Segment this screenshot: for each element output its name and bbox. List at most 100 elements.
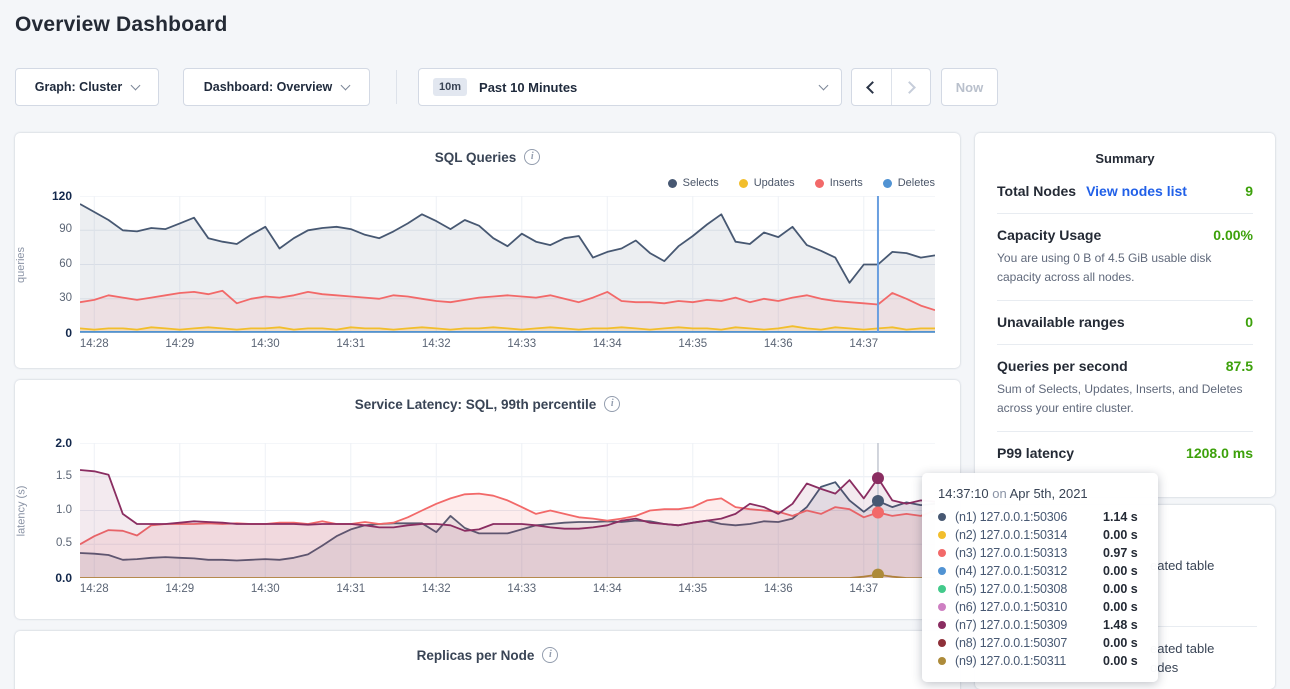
summary-title: Summary xyxy=(975,133,1275,170)
chevron-down-icon xyxy=(341,80,351,90)
legend-label: Inserts xyxy=(830,177,863,189)
tooltip-node-row: (n1) 127.0.0.1:50306 1.14 s xyxy=(938,508,1144,526)
series-color-dot xyxy=(938,585,946,593)
capacity-value: 0.00% xyxy=(1213,227,1253,243)
node-address: (n4) 127.0.0.1:50312 xyxy=(955,564,1103,578)
node-latency-value: 0.00 s xyxy=(1103,564,1138,578)
prev-range-button[interactable] xyxy=(852,69,891,105)
qps-description: Sum of Selects, Updates, Inserts, and De… xyxy=(997,380,1253,417)
node-address: (n2) 127.0.0.1:50314 xyxy=(955,528,1103,542)
tooltip-node-row: (n3) 127.0.0.1:50313 0.97 s xyxy=(938,544,1144,562)
graph-selector-dropdown[interactable]: Graph: Cluster xyxy=(15,68,159,106)
y-axis-ticks: 0306090120 xyxy=(28,196,72,333)
total-nodes-value: 9 xyxy=(1245,183,1253,199)
x-axis-ticks: 14:2814:2914:3014:3114:3214:3314:3414:35… xyxy=(80,338,935,354)
page-title: Overview Dashboard xyxy=(15,13,228,37)
summary-row-capacity: Capacity Usage 0.00% You are using 0 B o… xyxy=(997,214,1253,301)
legend-item[interactable]: Inserts xyxy=(815,177,863,189)
node-address: (n9) 127.0.0.1:50311 xyxy=(955,654,1103,668)
legend-item[interactable]: Deletes xyxy=(883,177,935,189)
info-icon[interactable] xyxy=(524,149,540,165)
chart-legend: Selects Updates Inserts Deletes xyxy=(668,177,935,189)
node-address: (n5) 127.0.0.1:50308 xyxy=(955,582,1103,596)
next-range-button[interactable] xyxy=(891,69,930,105)
dashboard-selector-dropdown[interactable]: Dashboard: Overview xyxy=(183,68,370,106)
event-text-fragment: eated table xyxy=(1150,558,1214,573)
x-axis-ticks: 14:2814:2914:3014:3114:3214:3314:3414:35… xyxy=(80,583,935,599)
unavailable-ranges-label: Unavailable ranges xyxy=(997,314,1125,330)
total-nodes-label: Total Nodes xyxy=(997,183,1076,199)
summary-row-total-nodes: Total Nodes View nodes list 9 xyxy=(997,170,1253,214)
tooltip-node-row: (n4) 127.0.0.1:50312 0.00 s xyxy=(938,562,1144,580)
service-latency-plot[interactable] xyxy=(80,443,935,578)
series-color-dot xyxy=(815,179,824,188)
legend-label: Updates xyxy=(754,177,795,189)
time-range-dropdown[interactable]: 10m Past 10 Minutes xyxy=(418,68,842,106)
series-color-dot xyxy=(739,179,748,188)
series-color-dot xyxy=(938,531,946,539)
time-nav-group xyxy=(851,68,931,106)
legend-label: Selects xyxy=(683,177,719,189)
graph-selector-label: Graph: Cluster xyxy=(35,80,123,94)
time-range-label: Past 10 Minutes xyxy=(479,80,577,95)
service-latency-chart-card: Service Latency: SQL, 99th percentile la… xyxy=(15,380,960,619)
info-icon[interactable] xyxy=(542,647,558,663)
summary-row-p99: P99 latency 1208.0 ms xyxy=(997,432,1253,475)
qps-label: Queries per second xyxy=(997,358,1128,374)
node-latency-value: 0.00 s xyxy=(1103,600,1138,614)
series-color-dot xyxy=(938,567,946,575)
sql-queries-plot[interactable] xyxy=(80,196,935,333)
time-range-badge: 10m xyxy=(433,78,467,96)
tooltip-timestamp: 14:37:10 on Apr 5th, 2021 xyxy=(938,486,1144,501)
legend-label: Deletes xyxy=(898,177,935,189)
series-color-dot xyxy=(938,621,946,629)
summary-row-unavailable-ranges: Unavailable ranges 0 xyxy=(997,301,1253,345)
series-color-dot xyxy=(938,639,946,647)
dashboard-selector-label: Dashboard: Overview xyxy=(204,80,333,94)
capacity-description: You are using 0 B of 4.5 GiB usable disk… xyxy=(997,249,1253,286)
series-color-dot xyxy=(938,603,946,611)
node-latency-value: 0.97 s xyxy=(1103,546,1138,560)
node-address: (n6) 127.0.0.1:50310 xyxy=(955,600,1103,614)
now-button[interactable]: Now xyxy=(941,68,998,106)
p99-latency-label: P99 latency xyxy=(997,445,1074,461)
node-latency-value: 0.00 s xyxy=(1103,528,1138,542)
node-latency-value: 0.00 s xyxy=(1103,582,1138,596)
node-latency-value: 1.14 s xyxy=(1103,510,1138,524)
legend-item[interactable]: Updates xyxy=(739,177,795,189)
chart-title: Replicas per Node xyxy=(417,648,535,663)
info-icon[interactable] xyxy=(604,396,620,412)
series-color-dot xyxy=(668,179,677,188)
replicas-per-node-chart-card: Replicas per Node xyxy=(15,631,960,689)
tooltip-node-list: (n1) 127.0.0.1:50306 1.14 s (n2) 127.0.0… xyxy=(938,508,1144,670)
chevron-right-icon xyxy=(903,81,916,94)
node-latency-value: 1.48 s xyxy=(1103,618,1138,632)
node-latency-value: 0.00 s xyxy=(1103,636,1138,650)
view-nodes-list-link[interactable]: View nodes list xyxy=(1086,183,1187,199)
series-color-dot xyxy=(938,513,946,521)
node-address: (n3) 127.0.0.1:50313 xyxy=(955,546,1103,560)
legend-item[interactable]: Selects xyxy=(668,177,719,189)
summary-row-qps: Queries per second 87.5 Sum of Selects, … xyxy=(997,345,1253,432)
y-axis-label: queries xyxy=(14,196,28,333)
unavailable-ranges-value: 0 xyxy=(1245,314,1253,330)
controls-divider xyxy=(396,70,397,104)
tooltip-node-row: (n8) 127.0.0.1:50307 0.00 s xyxy=(938,634,1144,652)
tooltip-node-row: (n5) 127.0.0.1:50308 0.00 s xyxy=(938,580,1144,598)
node-latency-value: 0.00 s xyxy=(1103,654,1138,668)
y-axis-ticks: 0.00.51.01.52.0 xyxy=(28,443,72,578)
chart-title: Service Latency: SQL, 99th percentile xyxy=(355,397,597,412)
chart-title: SQL Queries xyxy=(435,150,517,165)
qps-value: 87.5 xyxy=(1226,358,1253,374)
p99-latency-value: 1208.0 ms xyxy=(1186,445,1253,461)
tooltip-node-row: (n7) 127.0.0.1:50309 1.48 s xyxy=(938,616,1144,634)
summary-panel: Summary Total Nodes View nodes list 9 Ca… xyxy=(975,133,1275,497)
tooltip-node-row: (n2) 127.0.0.1:50314 0.00 s xyxy=(938,526,1144,544)
event-text-fragment: eated table xyxy=(1150,641,1214,656)
chevron-down-icon xyxy=(131,80,141,90)
series-color-dot xyxy=(938,549,946,557)
series-color-dot xyxy=(883,179,892,188)
y-axis-label: latency (s) xyxy=(14,443,28,578)
series-color-dot xyxy=(938,657,946,665)
node-address: (n7) 127.0.0.1:50309 xyxy=(955,618,1103,632)
